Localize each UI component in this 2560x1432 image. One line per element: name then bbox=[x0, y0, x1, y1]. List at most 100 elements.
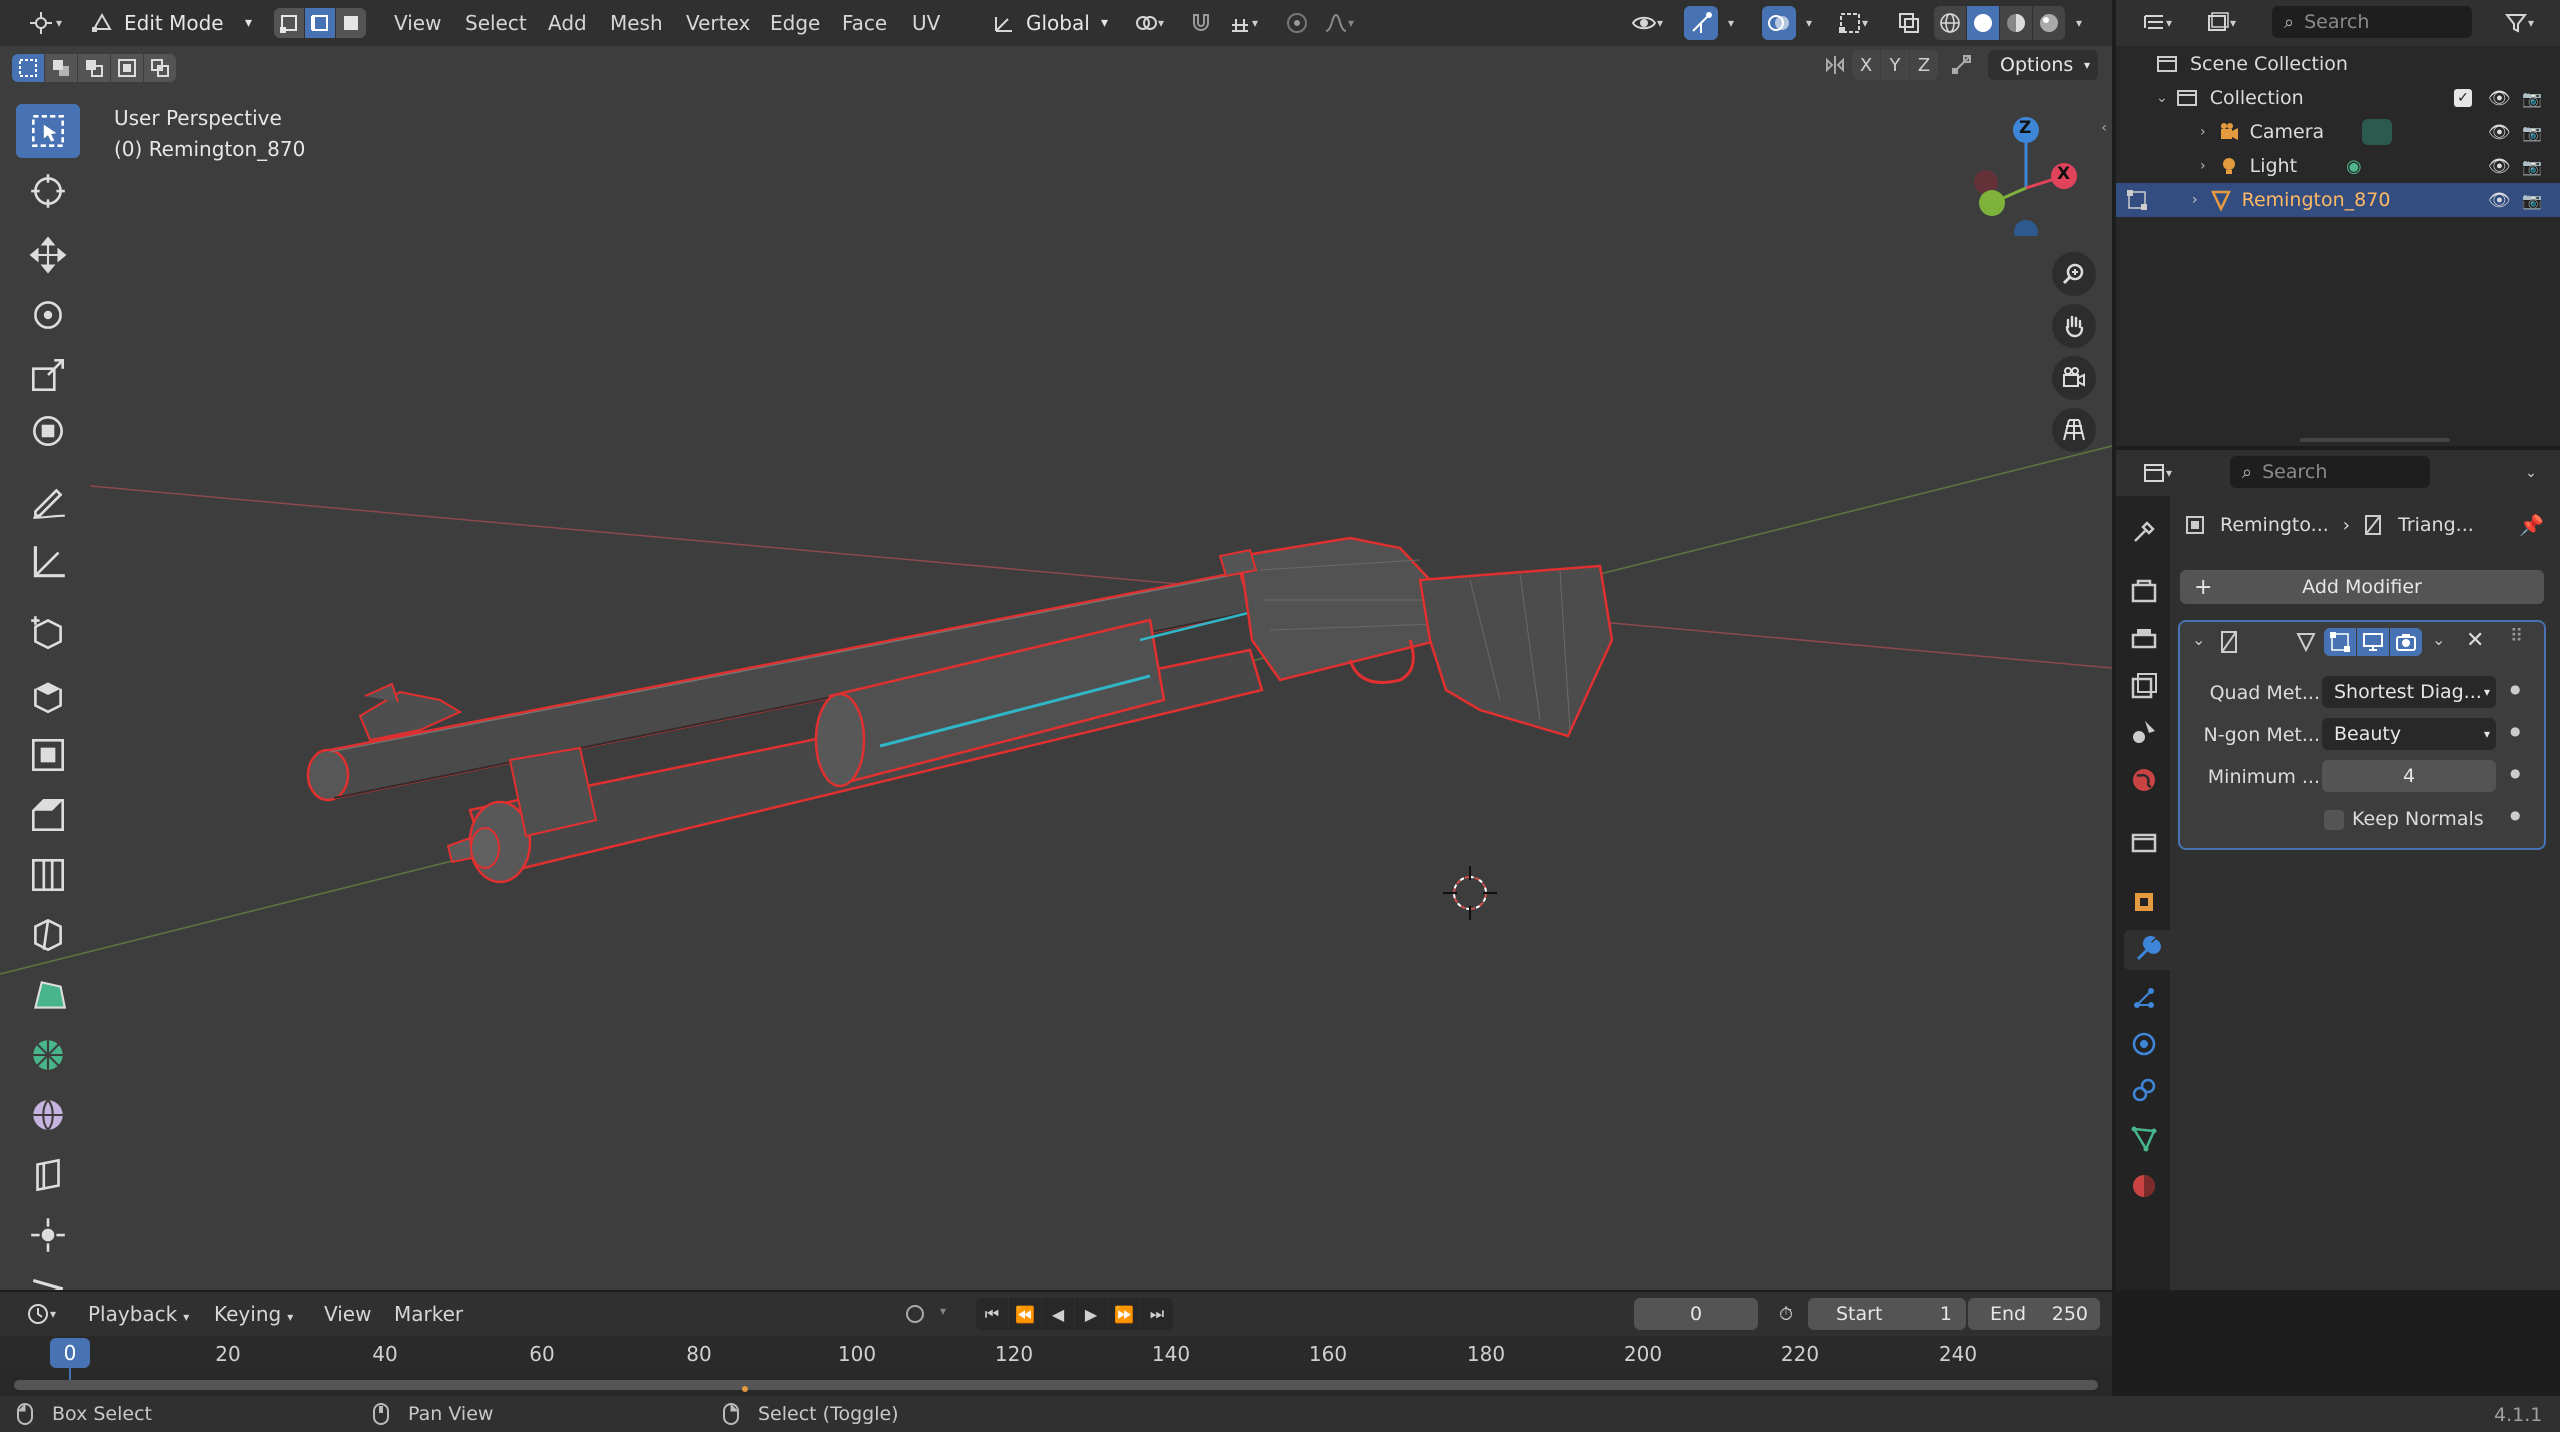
chevron-right-icon[interactable]: › bbox=[2192, 192, 2198, 208]
snap-target-button[interactable]: ▾ bbox=[1220, 6, 1266, 40]
select-extend-button[interactable] bbox=[45, 54, 77, 82]
shading-dropdown[interactable]: ▾ bbox=[2068, 6, 2090, 40]
mirror-z-button[interactable]: Z bbox=[1910, 50, 1938, 80]
overlays-toggle[interactable] bbox=[1762, 6, 1796, 40]
jump-end-button[interactable]: ⏭ bbox=[1141, 1298, 1173, 1330]
eye-icon[interactable]: 👁 bbox=[2488, 190, 2511, 211]
filter-button[interactable]: ▾ bbox=[2496, 6, 2542, 40]
perspective-toggle-button[interactable] bbox=[2052, 408, 2096, 452]
shading-rendered-button[interactable] bbox=[2033, 6, 2065, 40]
start-frame-field[interactable]: Start 1 bbox=[1808, 1298, 1966, 1330]
tab-output[interactable] bbox=[2124, 620, 2164, 660]
camera-data-icon[interactable] bbox=[2362, 119, 2392, 145]
gizmo-dropdown[interactable]: ▾ bbox=[1720, 6, 1742, 40]
tab-particles[interactable] bbox=[2124, 978, 2164, 1018]
tool-transform[interactable] bbox=[16, 404, 80, 458]
render-camera-icon[interactable]: 📷 bbox=[2522, 89, 2542, 108]
tool-scale[interactable] bbox=[16, 348, 80, 402]
select-invert-button[interactable] bbox=[111, 54, 143, 82]
gizmo-neg-z[interactable] bbox=[2014, 220, 2038, 244]
shading-solid-button[interactable] bbox=[1967, 6, 1999, 40]
outliner-row-light[interactable]: › Light ◉ 👁 📷 bbox=[2118, 149, 2558, 183]
mirror-x-button[interactable]: X bbox=[1852, 50, 1880, 80]
show-in-render-toggle[interactable] bbox=[2390, 628, 2422, 656]
menu-keying[interactable]: Keying ▾ bbox=[214, 1302, 293, 1326]
keyframe-dot-icon[interactable]: ● bbox=[2510, 766, 2520, 780]
overlays-dropdown[interactable]: ▾ bbox=[1798, 6, 1820, 40]
face-select-button[interactable] bbox=[336, 8, 366, 38]
pivot-point-button[interactable]: ▾ bbox=[1126, 6, 1172, 40]
tab-constraints[interactable] bbox=[2124, 1070, 2164, 1110]
playhead-marker[interactable]: 0 bbox=[50, 1338, 90, 1368]
tool-smooth[interactable] bbox=[16, 1088, 80, 1142]
timeline-scrollbar[interactable] bbox=[14, 1380, 2098, 1390]
render-camera-icon[interactable]: 📷 bbox=[2522, 123, 2542, 142]
add-modifier-button[interactable]: + Add Modifier bbox=[2180, 570, 2544, 604]
chevron-right-icon[interactable]: › bbox=[2200, 124, 2206, 140]
keyframe-dot-icon[interactable]: ● bbox=[2510, 682, 2520, 696]
shading-material-button[interactable] bbox=[2000, 6, 2032, 40]
mode-dropdown[interactable]: Edit Mode ▾ bbox=[78, 6, 262, 40]
properties-options-dropdown[interactable]: ⌄ bbox=[2516, 456, 2546, 490]
tab-material[interactable] bbox=[2124, 1166, 2164, 1206]
jump-keyframe-forward-button[interactable]: ⏩ bbox=[1108, 1298, 1140, 1330]
menu-marker[interactable]: Marker bbox=[394, 1302, 463, 1326]
camera-view-button[interactable] bbox=[2052, 356, 2096, 400]
menu-view[interactable]: View bbox=[394, 11, 441, 35]
outliner-scrollbar[interactable] bbox=[2300, 438, 2450, 442]
properties-editor-type[interactable]: ▾ bbox=[2132, 456, 2182, 490]
auto-merge-toggle[interactable] bbox=[1946, 50, 1976, 80]
tool-extrude[interactable] bbox=[16, 668, 80, 722]
menu-add[interactable]: Add bbox=[548, 11, 587, 35]
ngon-method-dropdown[interactable]: Beauty ▾ bbox=[2322, 718, 2496, 750]
zoom-button[interactable] bbox=[2052, 252, 2096, 296]
tool-poly-build[interactable] bbox=[16, 968, 80, 1022]
snap-toggle[interactable] bbox=[1184, 6, 1218, 40]
outliner-row-camera[interactable]: › Camera 👁 📷 bbox=[2118, 115, 2558, 149]
edit-mode-icon[interactable] bbox=[2126, 189, 2148, 211]
tool-loop-cut[interactable] bbox=[16, 848, 80, 902]
timeline-editor-type[interactable]: ▾ bbox=[16, 1298, 66, 1330]
options-dropdown[interactable]: Options ▾ bbox=[1988, 50, 2098, 80]
tab-collection[interactable] bbox=[2124, 822, 2164, 862]
play-button[interactable]: ▶ bbox=[1075, 1298, 1107, 1330]
tool-cursor[interactable] bbox=[16, 164, 80, 218]
keep-normals-checkbox[interactable] bbox=[2324, 810, 2344, 830]
chevron-right-icon[interactable]: › bbox=[2200, 158, 2206, 174]
play-reverse-button[interactable]: ◀ bbox=[1042, 1298, 1074, 1330]
menu-uv[interactable]: UV bbox=[912, 11, 940, 35]
properties-search-field[interactable]: ⌕ Search bbox=[2230, 456, 2430, 488]
eye-icon[interactable]: 👁 bbox=[2488, 156, 2511, 177]
mirror-y-button[interactable]: Y bbox=[1881, 50, 1909, 80]
proportional-edit-toggle[interactable] bbox=[1280, 6, 1314, 40]
outliner-row-collection[interactable]: ⌄ Collection ✓ 👁 📷 bbox=[2118, 81, 2558, 115]
tab-world[interactable] bbox=[2124, 760, 2164, 800]
select-subtract-button[interactable] bbox=[78, 54, 110, 82]
keyframe-dot-icon[interactable]: ● bbox=[2510, 808, 2520, 822]
menu-mesh[interactable]: Mesh bbox=[610, 11, 663, 35]
chevron-down-icon[interactable]: ▾ bbox=[940, 1304, 946, 1318]
keyframe-dot-icon[interactable]: ● bbox=[2510, 724, 2520, 738]
chevron-down-icon[interactable]: ⌄ bbox=[2192, 630, 2205, 649]
menu-face[interactable]: Face bbox=[842, 11, 887, 35]
auto-keying-toggle[interactable] bbox=[898, 1298, 932, 1330]
menu-playback[interactable]: Playback ▾ bbox=[88, 1302, 189, 1326]
menu-vertex[interactable]: Vertex bbox=[686, 11, 750, 35]
tool-rotate[interactable] bbox=[16, 288, 80, 342]
vertex-select-button[interactable] bbox=[274, 8, 304, 38]
tab-tool[interactable] bbox=[2124, 512, 2164, 552]
quad-method-dropdown[interactable]: Shortest Diag... ▾ bbox=[2322, 676, 2496, 708]
mirror-toggle[interactable] bbox=[1820, 50, 1850, 80]
light-data-icon[interactable]: ◉ bbox=[2346, 156, 2362, 177]
jump-keyframe-back-button[interactable]: ⏪ bbox=[1009, 1298, 1041, 1330]
shading-wireframe-button[interactable] bbox=[1934, 6, 1966, 40]
menu-edge[interactable]: Edge bbox=[770, 11, 820, 35]
visibility-selectability-button[interactable]: ▾ bbox=[1624, 6, 1670, 40]
editor-type-button[interactable]: ▾ bbox=[20, 6, 70, 40]
3d-viewport[interactable]: User Perspective (0) Remington_870 Z X ‹ bbox=[0, 46, 2112, 1290]
select-new-button[interactable] bbox=[12, 54, 44, 82]
show-in-editmode-toggle[interactable] bbox=[2324, 628, 2356, 656]
tool-rip[interactable] bbox=[16, 1264, 80, 1290]
pan-button[interactable] bbox=[2052, 304, 2096, 348]
falloff-button[interactable]: ▾ bbox=[1316, 6, 1362, 40]
